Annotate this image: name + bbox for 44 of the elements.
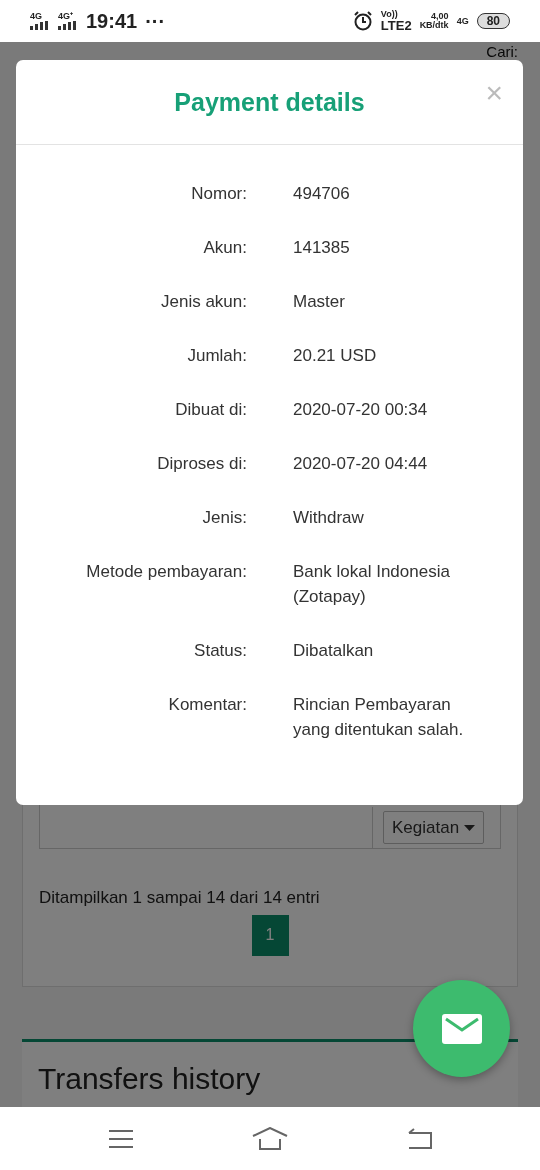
field-label: Jumlah:: [186, 345, 247, 367]
field-value: Rincian Pembayaran yang ditentukan salah.: [293, 694, 465, 741]
entries-info: Ditampilkan 1 sampai 14 dari 14 entri: [39, 887, 321, 909]
lte-label: LTE2: [380, 19, 412, 32]
field-value: 20.21 USD: [293, 345, 378, 367]
field-value: Master: [293, 291, 346, 313]
speed-value: 4,00: [431, 12, 449, 21]
caret-icon: [463, 825, 475, 831]
field-label: Jenis akun:: [160, 291, 247, 313]
field-value: 494706: [293, 183, 351, 205]
field-label: Akun:: [202, 237, 247, 259]
more-dots: ···: [145, 9, 166, 34]
field-value: Bank lokal Indonesia (Zotapay): [293, 561, 451, 608]
field-label: Status:: [193, 640, 247, 662]
close-button[interactable]: ×: [485, 78, 503, 108]
card-title: Transfers history: [38, 1060, 261, 1097]
network-label: 4G: [30, 12, 43, 21]
signal-icon: [58, 21, 78, 30]
field-value: 141385: [293, 237, 351, 259]
field-value: 2020-07-20 04:44: [293, 453, 429, 475]
field-label: Komentar:: [167, 694, 247, 716]
field-value: Withdraw: [293, 507, 365, 529]
field-label: Metode pembayaran:: [85, 561, 247, 583]
volte-label: Vo)): [380, 10, 399, 19]
field-label: Diproses di:: [156, 453, 247, 475]
menu-icon[interactable]: [106, 1128, 135, 1149]
speed-unit: KB/dtk: [419, 21, 449, 30]
mail-icon: [441, 1013, 482, 1044]
alarm-icon: [352, 11, 373, 31]
page-button[interactable]: 1: [251, 914, 289, 956]
search-label: Cari:: [486, 44, 518, 60]
modal-title: Payment details: [174, 87, 365, 117]
battery-level: 80: [476, 13, 510, 29]
action-dropdown[interactable]: Kegiatan: [383, 810, 484, 844]
field-label: Nomor:: [190, 183, 247, 205]
clock-time: 19:41: [86, 9, 138, 34]
network-label: 4G: [456, 16, 469, 26]
signal-icon: [30, 21, 50, 30]
field-value: 2020-07-20 00:34: [293, 399, 429, 421]
field-value: Dibatalkan: [293, 640, 375, 662]
home-icon[interactable]: [252, 1126, 288, 1151]
field-label: Dibuat di:: [174, 399, 247, 421]
network-label: 4G⁺: [58, 12, 74, 21]
field-label: Jenis:: [201, 507, 247, 529]
